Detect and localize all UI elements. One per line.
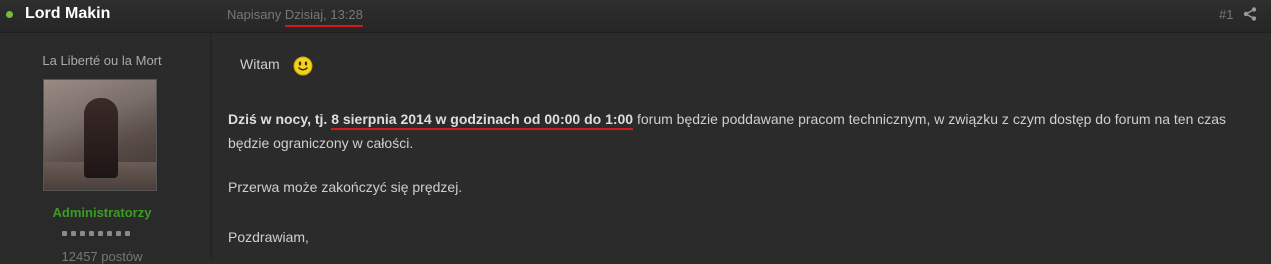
announcement-paragraph: Dziś w nocy, tj. 8 sierpnia 2014 w godzi… — [228, 107, 1241, 155]
rank-pip — [116, 231, 121, 236]
post-header: Lord Makin Napisany Dzisiaj, 13:28 #1 — [0, 0, 1271, 33]
rank-pip — [71, 231, 76, 236]
closing-text: Pozdrawiam, — [228, 229, 309, 245]
author-sidebar: La Liberté ou la Mort Administratorzy 12… — [0, 33, 212, 264]
user-group: Administratorzy — [52, 205, 152, 220]
author-name[interactable]: Lord Makin — [25, 5, 110, 23]
online-status-icon — [6, 11, 13, 18]
post-count: 12457 postów — [61, 249, 143, 264]
greeting-text: Witam — [240, 56, 280, 72]
post-number-link[interactable]: #1 — [1219, 7, 1233, 22]
posted-prefix: Napisany — [227, 7, 282, 22]
rank-pip — [98, 231, 103, 236]
rank-pip — [62, 231, 67, 236]
intro-bold: Dziś w nocy, tj. — [228, 111, 328, 127]
share-icon[interactable] — [1243, 7, 1257, 21]
post-date: Napisany Dzisiaj, 13:28 — [227, 7, 363, 27]
user-tagline: La Liberté ou la Mort — [42, 53, 162, 68]
date-highlight: 8 sierpnia 2014 w godzinach od 00:00 do … — [331, 111, 634, 130]
break-note: Przerwa może zakończyć się prędzej. — [228, 179, 463, 195]
rank-pip — [80, 231, 85, 236]
smiley-icon — [293, 56, 313, 76]
post-body: Witam Dziś w nocy, tj. 8 sierpnia 2014 w… — [212, 33, 1271, 259]
rank-pips — [62, 231, 130, 236]
avatar-figure — [84, 98, 118, 178]
avatar[interactable] — [43, 79, 157, 191]
rank-pip — [89, 231, 94, 236]
posted-date-value: Dzisiaj, 13:28 — [284, 7, 363, 27]
rank-pip — [125, 231, 130, 236]
rank-pip — [107, 231, 112, 236]
